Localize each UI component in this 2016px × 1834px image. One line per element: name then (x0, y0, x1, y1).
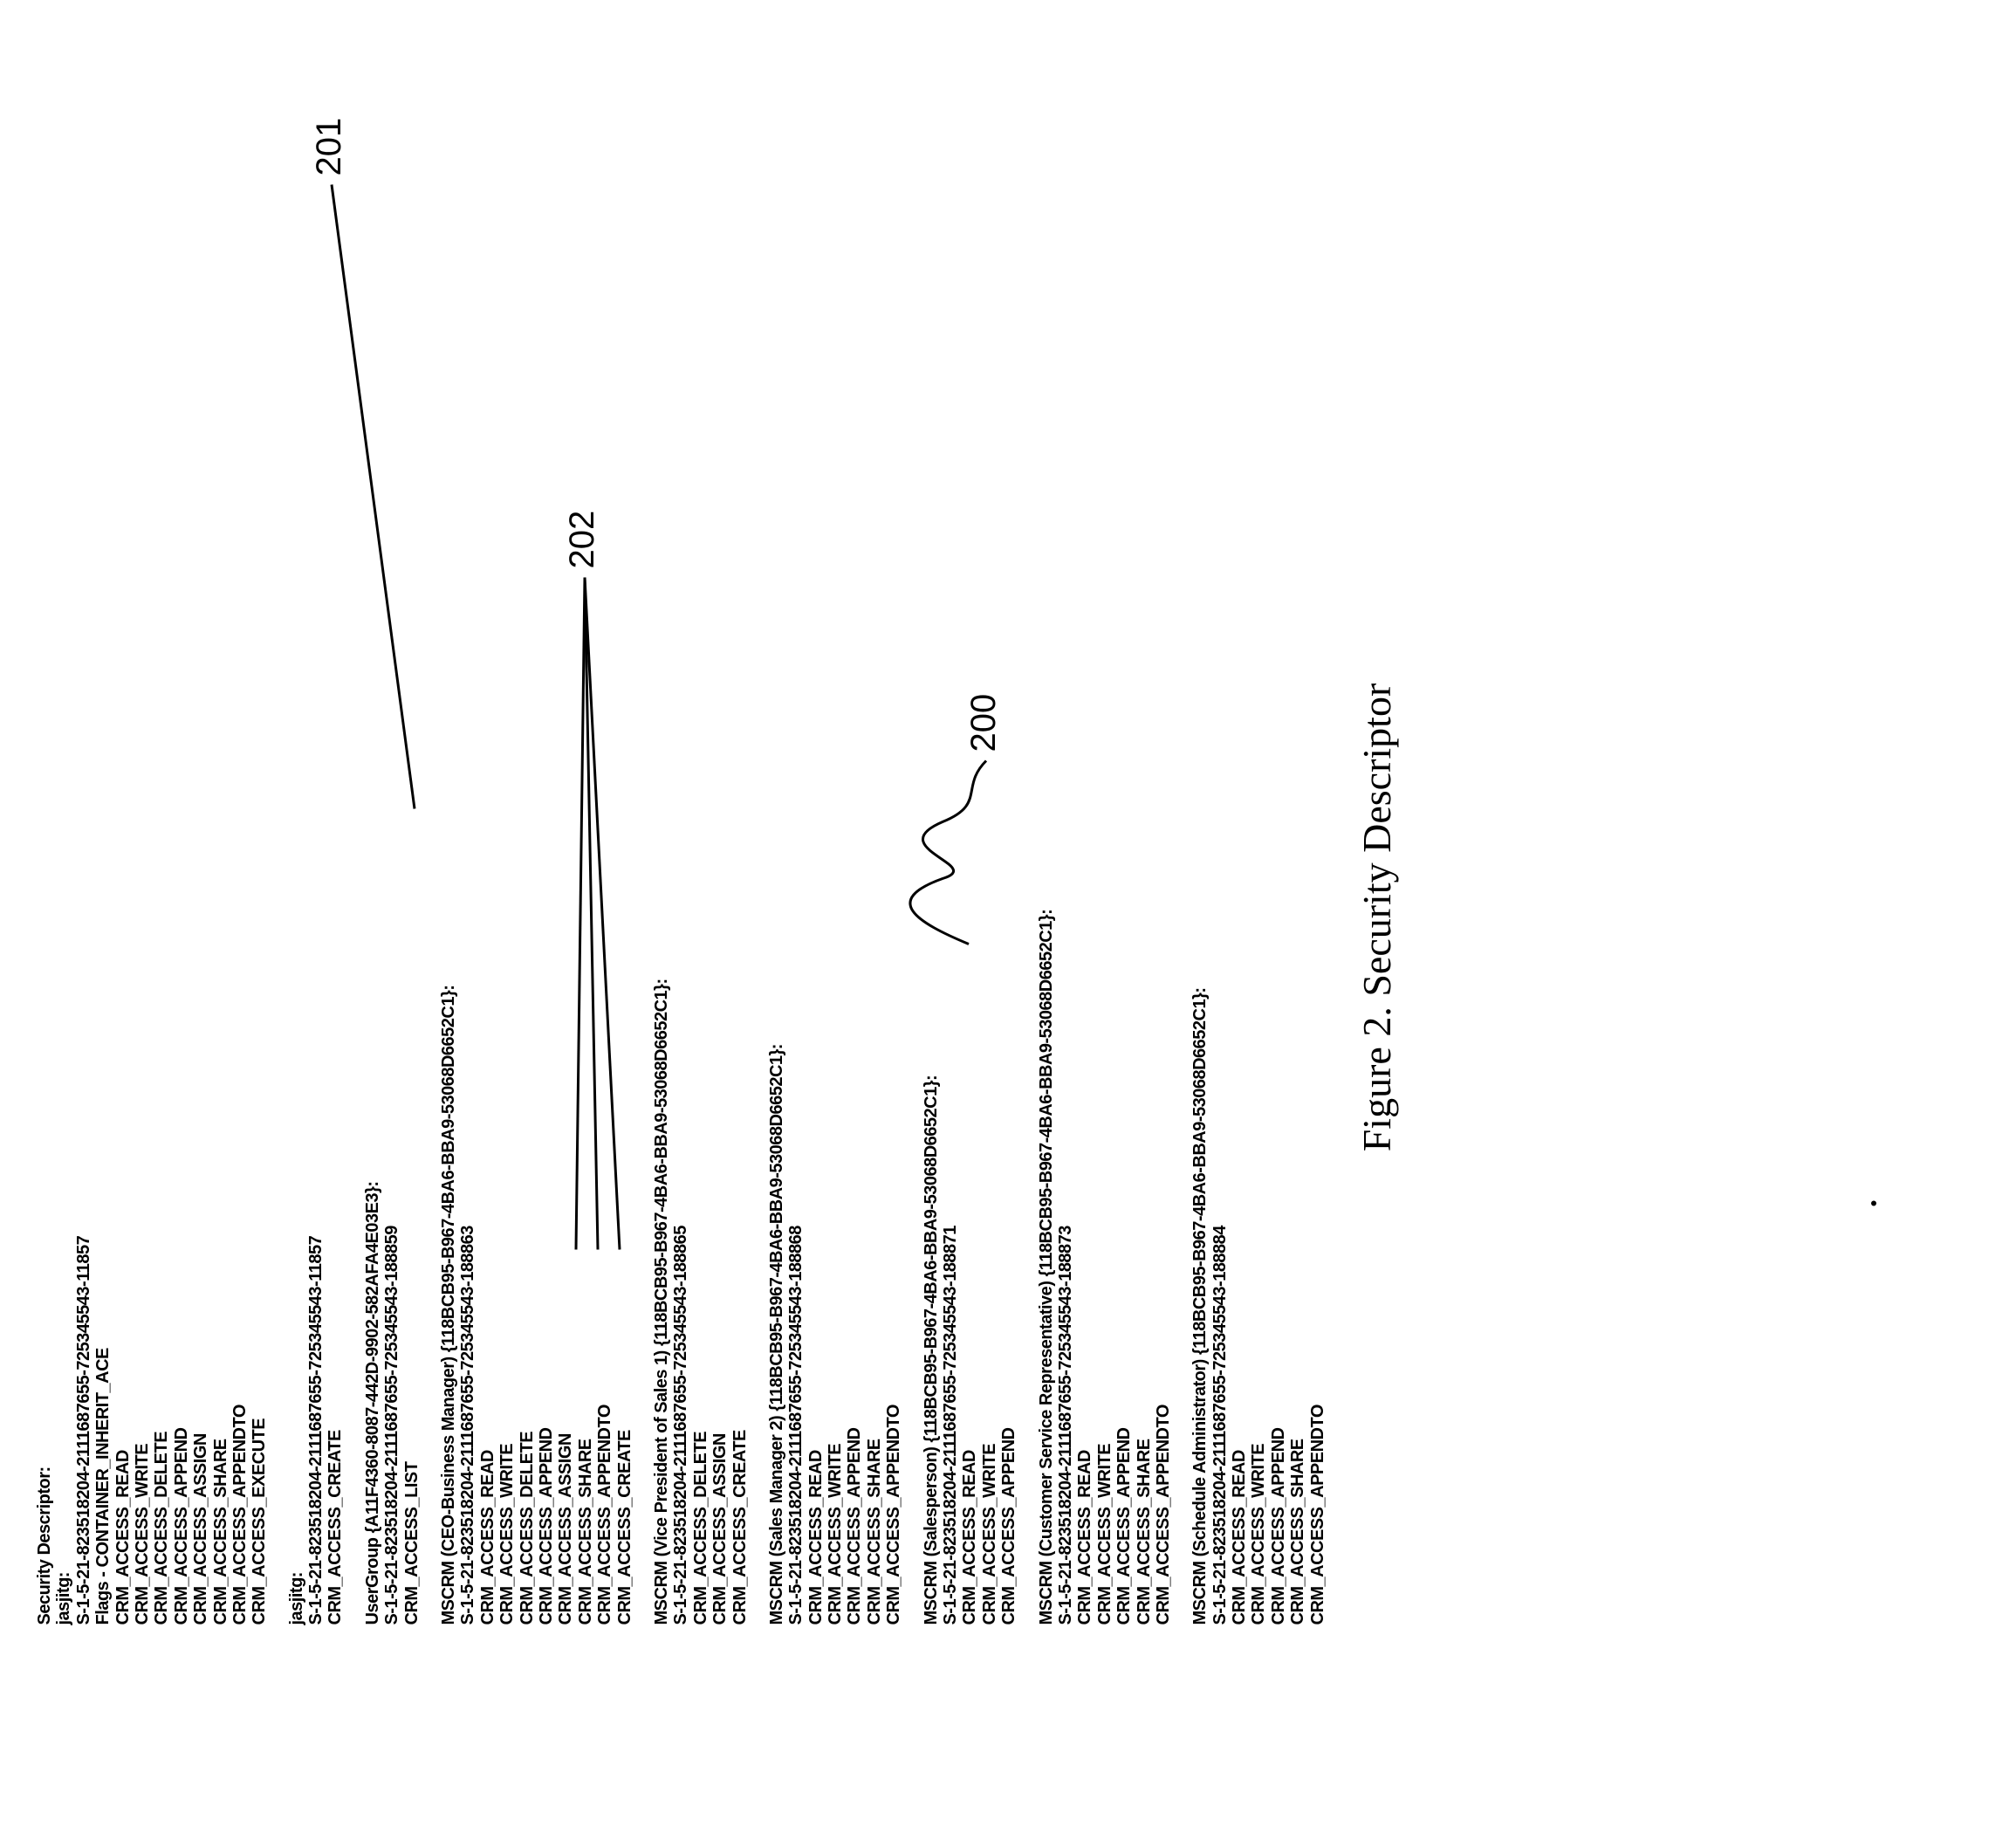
entry-block: jasjitg:S-1-5-21-823518204-2111687655-72… (54, 87, 269, 1624)
entry-line: CRM_ACCESS_APPEND (1114, 87, 1134, 1624)
entry-line: CRM_ACCESS_READ (1075, 87, 1094, 1624)
entry-line: CRM_ACCESS_ASSIGN (710, 87, 730, 1624)
entry-block: MSCRM (Salesperson) {118BCB95-B967-4BA6-… (922, 87, 1019, 1624)
entry-header: MSCRM (Sales Manager 2) {118BCB95-B967-4… (767, 87, 786, 1624)
entry-header: MSCRM (Customer Service Representative) … (1037, 87, 1056, 1624)
entry-line: CRM_ACCESS_EXECUTE (250, 87, 269, 1624)
entry-block: jasjitg:S-1-5-21-823518204-2111687655-72… (287, 87, 346, 1624)
entry-line: CRM_ACCESS_APPENDTO (884, 87, 903, 1624)
entry-line: CRM_ACCESS_APPEND (172, 87, 191, 1624)
entry-line: Flags - CONTAINER_INHERIT_ACE (93, 87, 113, 1624)
entry-line: S-1-5-21-823518204-2111687655-725345543-… (671, 87, 690, 1624)
rotated-content: Security Descriptor: jasjitg:S-1-5-21-82… (0, 0, 2016, 1834)
entry-line: CRM_ACCESS_WRITE (826, 87, 845, 1624)
entry-line: CRM_ACCESS_DELETE (152, 87, 171, 1624)
entry-line: S-1-5-21-823518204-2111687655-725345543-… (941, 87, 960, 1624)
entry-line: CRM_ACCESS_READ (806, 87, 826, 1624)
entry-block: MSCRM (Customer Service Representative) … (1037, 87, 1174, 1624)
entry-block: UserGroup {A11F4360-8087-442D-9902-582AF… (363, 87, 422, 1624)
entry-line: S-1-5-21-823518204-2111687655-725345543-… (1056, 87, 1075, 1624)
entry-line: CRM_ACCESS_CREATE (615, 87, 634, 1624)
entry-line: CRM_ACCESS_READ (1230, 87, 1249, 1624)
stray-dot (1871, 1200, 1876, 1205)
entry-line: S-1-5-21-823518204-2111687655-725345543-… (382, 87, 401, 1624)
entry-line: CRM_ACCESS_WRITE (1095, 87, 1114, 1624)
entry-line: CRM_ACCESS_APPEND (1269, 87, 1288, 1624)
entry-header: MSCRM (CEO-Business Manager) {118BCB95-B… (439, 87, 458, 1624)
entry-line: CRM_ACCESS_APPEND (999, 87, 1018, 1624)
entry-line: CRM_ACCESS_DELETE (518, 87, 537, 1624)
entry-line: CRM_ACCESS_ASSIGN (556, 87, 575, 1624)
entry-line: S-1-5-21-823518204-2111687655-725345543-… (458, 87, 477, 1624)
entry-line: CRM_ACCESS_SHARE (211, 87, 230, 1624)
entry-line: CRM_ACCESS_SHARE (576, 87, 595, 1624)
entry-line: CRM_ACCESS_WRITE (497, 87, 517, 1624)
entry-header: MSCRM (Vice President of Sales 1) {118BC… (652, 87, 671, 1624)
entry-line: CRM_ACCESS_READ (478, 87, 497, 1624)
entry-line: S-1-5-21-823518204-2111687655-725345543-… (786, 87, 806, 1624)
entry-line: CRM_ACCESS_APPEND (845, 87, 864, 1624)
entries-container: jasjitg:S-1-5-21-823518204-2111687655-72… (54, 87, 1327, 1624)
entry-header: UserGroup {A11F4360-8087-442D-9902-582AF… (363, 87, 382, 1624)
entry-line: CRM_ACCESS_APPEND (537, 87, 556, 1624)
entry-line: CRM_ACCESS_ASSIGN (191, 87, 210, 1624)
entry-line: CRM_ACCESS_READ (960, 87, 979, 1624)
entry-line: CRM_ACCESS_CREATE (730, 87, 750, 1624)
entry-header: MSCRM (Schedule Administrator) {118BCB95… (1190, 87, 1210, 1624)
entry-line: S-1-5-21-823518204-2111687655-725345543-… (306, 87, 326, 1624)
entry-header: jasjitg: (287, 87, 306, 1624)
entry-line: CRM_ACCESS_APPENDTO (595, 87, 614, 1624)
entry-block: MSCRM (CEO-Business Manager) {118BCB95-B… (439, 87, 634, 1624)
entry-line: CRM_ACCESS_WRITE (1249, 87, 1268, 1624)
entry-line: S-1-5-21-823518204-2111687655-725345543-… (1210, 87, 1230, 1624)
entry-line: CRM_ACCESS_APPENDTO (1154, 87, 1173, 1624)
entry-line: CRM_ACCESS_SHARE (1288, 87, 1307, 1624)
entry-line: CRM_ACCESS_SHARE (1135, 87, 1154, 1624)
entry-line: CRM_ACCESS_WRITE (980, 87, 999, 1624)
entry-header: jasjitg: (54, 87, 73, 1624)
figure-caption: Figure 2. Security Descriptor (1354, 0, 1400, 1834)
security-descriptor-text: Security Descriptor: jasjitg:S-1-5-21-82… (0, 0, 1327, 1834)
entry-block: MSCRM (Vice President of Sales 1) {118BC… (652, 87, 750, 1624)
entry-line: CRM_ACCESS_CREATE (326, 87, 345, 1624)
page: Security Descriptor: jasjitg:S-1-5-21-82… (0, 0, 2016, 1834)
title: Security Descriptor: (35, 87, 54, 1624)
entry-header: MSCRM (Salesperson) {118BCB95-B967-4BA6-… (922, 87, 941, 1624)
entry-block: MSCRM (Sales Manager 2) {118BCB95-B967-4… (767, 87, 904, 1624)
entry-block: MSCRM (Schedule Administrator) {118BCB95… (1190, 87, 1327, 1624)
entry-line: CRM_ACCESS_READ (113, 87, 133, 1624)
entry-line: CRM_ACCESS_APPENDTO (1308, 87, 1327, 1624)
entry-line: S-1-5-21-823518204-2111687655-725345543-… (74, 87, 93, 1624)
entry-line: CRM_ACCESS_APPENDTO (230, 87, 250, 1624)
entry-line: CRM_ACCESS_WRITE (133, 87, 152, 1624)
entry-line: CRM_ACCESS_LIST (402, 87, 422, 1624)
entry-line: CRM_ACCESS_SHARE (865, 87, 884, 1624)
entry-line: CRM_ACCESS_DELETE (691, 87, 710, 1624)
